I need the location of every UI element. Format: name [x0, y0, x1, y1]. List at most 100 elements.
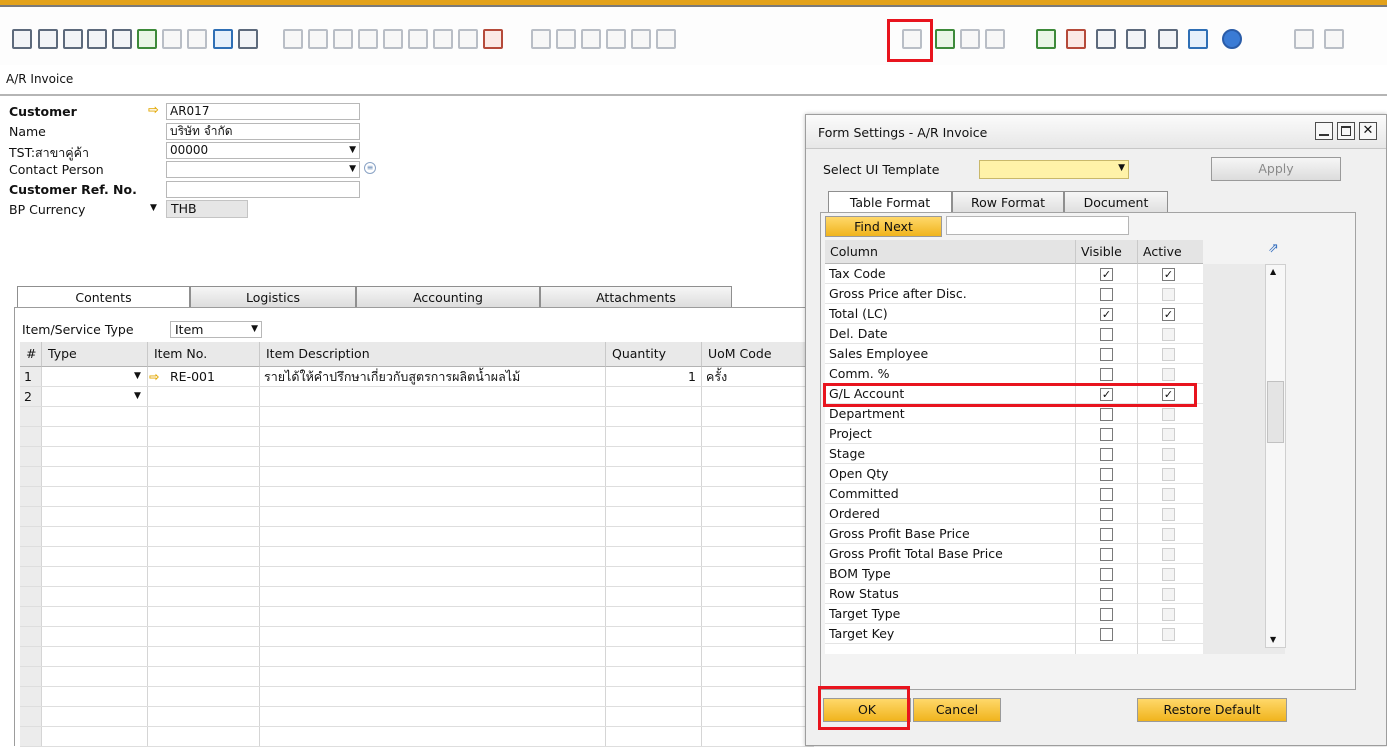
scrollbar-thumb[interactable] [1267, 381, 1284, 443]
column-setting-row[interactable]: Row Status [825, 584, 1203, 604]
table-row[interactable]: 2 ▼ [20, 387, 814, 407]
bp-currency-label[interactable]: BP Currency [9, 202, 85, 217]
tab-table-format[interactable]: Table Format [828, 191, 952, 214]
table-row[interactable] [20, 687, 814, 707]
column-setting-row[interactable]: Ordered [825, 504, 1203, 524]
column-setting-row[interactable]: BOM Type [825, 564, 1203, 584]
column-setting-row[interactable]: Total (LC) ✓ ✓ [825, 304, 1203, 324]
user-defined-fields-icon[interactable] [1126, 29, 1146, 49]
add-icon[interactable] [308, 29, 328, 49]
type-cell[interactable] [42, 387, 148, 407]
col-header-item-no[interactable]: Item No. [148, 342, 260, 367]
visible-checkbox[interactable] [1100, 608, 1113, 621]
table-row[interactable] [20, 467, 814, 487]
payment-means-icon[interactable] [631, 29, 651, 49]
customer-field[interactable]: AR017 [166, 103, 360, 120]
web-icon[interactable] [1188, 29, 1208, 49]
table-row[interactable] [20, 547, 814, 567]
item-service-type-select[interactable]: Item ▼ [170, 321, 262, 338]
visible-checkbox[interactable] [1100, 548, 1113, 561]
preview-icon[interactable] [12, 29, 32, 49]
visible-checkbox[interactable] [1100, 448, 1113, 461]
table-row[interactable] [20, 587, 814, 607]
row-number-cell[interactable]: 2 [20, 387, 42, 407]
table-row[interactable] [20, 647, 814, 667]
query-icon[interactable] [1066, 29, 1086, 49]
template-select[interactable]: ▼ [979, 160, 1129, 179]
type-cell[interactable] [42, 367, 148, 387]
quantity-cell[interactable] [606, 387, 700, 407]
item-no-cell[interactable]: RE-001 [166, 367, 260, 387]
first-record-icon[interactable] [333, 29, 353, 49]
row-number-cell[interactable]: 1 [20, 367, 42, 387]
table-row[interactable] [20, 527, 814, 547]
col-header-num[interactable]: # [20, 342, 42, 367]
find-icon[interactable] [283, 29, 303, 49]
contact-person-select[interactable]: ▼ [166, 161, 360, 178]
export-pdf-icon[interactable] [187, 29, 207, 49]
active-checkbox[interactable]: ✓ [1162, 268, 1175, 281]
scroll-down-icon[interactable]: ▼ [1270, 635, 1276, 644]
uom-code-cell[interactable]: ครั้ง [702, 367, 814, 387]
table-row[interactable] [20, 447, 814, 467]
base-document-icon[interactable] [531, 29, 551, 49]
previous-record-icon[interactable] [358, 29, 378, 49]
table-row[interactable] [20, 507, 814, 527]
gross-profit-icon[interactable] [606, 29, 626, 49]
column-setting-row[interactable]: Gross Profit Total Base Price [825, 544, 1203, 564]
sort-icon[interactable] [483, 29, 503, 49]
chevron-down-icon[interactable]: ▼ [134, 391, 141, 401]
find-input[interactable] [946, 216, 1129, 235]
alert-icon[interactable] [985, 29, 1005, 49]
report-icon[interactable] [1096, 29, 1116, 49]
visible-checkbox[interactable] [1100, 468, 1113, 481]
calendar-icon[interactable] [1036, 29, 1056, 49]
tab-attachments[interactable]: Attachments [540, 286, 732, 308]
apply-button[interactable]: Apply [1211, 157, 1341, 181]
message-icon[interactable] [960, 29, 980, 49]
tab-document[interactable]: Document [1064, 191, 1168, 213]
col-header-type[interactable]: Type [42, 342, 148, 367]
minimize-icon[interactable] [1315, 122, 1333, 140]
tab-logistics[interactable]: Logistics [190, 286, 356, 308]
item-description-cell[interactable]: รายได้ให้คำปรึกษาเกี่ยวกับสูตรการผลิตน้ำ… [260, 367, 606, 387]
find-next-button[interactable]: Find Next [825, 216, 942, 237]
export-word-icon[interactable] [162, 29, 182, 49]
layout2-icon[interactable] [1324, 29, 1344, 49]
col-header-active[interactable]: Active [1137, 240, 1203, 264]
column-setting-row[interactable]: Tax Code ✓ ✓ [825, 264, 1203, 284]
table-row[interactable] [20, 727, 814, 747]
column-setting-row[interactable]: Comm. % [825, 364, 1203, 384]
chevron-down-icon[interactable]: ▼ [150, 203, 157, 213]
chevron-down-icon[interactable]: ▼ [134, 371, 141, 381]
name-field[interactable]: บริษัท จำกัด [166, 123, 360, 140]
column-setting-row[interactable]: Gross Price after Disc. [825, 284, 1203, 304]
col-header-uom-code[interactable]: UoM Code [702, 342, 814, 367]
visible-checkbox[interactable] [1100, 348, 1113, 361]
table-row[interactable] [20, 427, 814, 447]
print-icon[interactable] [38, 29, 58, 49]
filter-icon[interactable] [458, 29, 478, 49]
lock-screen-icon[interactable] [238, 29, 258, 49]
document-drafts-icon[interactable] [581, 29, 601, 49]
column-setting-row[interactable]: Del. Date [825, 324, 1203, 344]
customer-link-arrow-icon[interactable]: ⇨ [148, 103, 159, 118]
uom-code-cell[interactable] [702, 387, 814, 407]
user-icon[interactable] [1158, 29, 1178, 49]
restore-default-button[interactable]: Restore Default [1137, 698, 1287, 722]
customer-ref-field[interactable] [166, 181, 360, 198]
col-header-column[interactable]: Column [825, 240, 1075, 264]
export-excel-icon[interactable] [137, 29, 157, 49]
volume-weight-icon[interactable] [656, 29, 676, 49]
visible-checkbox[interactable] [1100, 408, 1113, 421]
launch-app-icon[interactable] [213, 29, 233, 49]
last-record-icon[interactable] [408, 29, 428, 49]
col-header-item-description[interactable]: Item Description [260, 342, 606, 367]
column-setting-row[interactable]: Sales Employee [825, 344, 1203, 364]
visible-checkbox[interactable] [1100, 288, 1113, 301]
refresh-icon[interactable] [433, 29, 453, 49]
table-row[interactable] [20, 707, 814, 727]
close-icon[interactable]: ✕ [1359, 122, 1377, 140]
table-row[interactable]: 1 ▼ ⇨ RE-001 รายได้ให้คำปรึกษาเกี่ยวกับสูตรก… [20, 367, 814, 387]
table-row[interactable] [20, 627, 814, 647]
